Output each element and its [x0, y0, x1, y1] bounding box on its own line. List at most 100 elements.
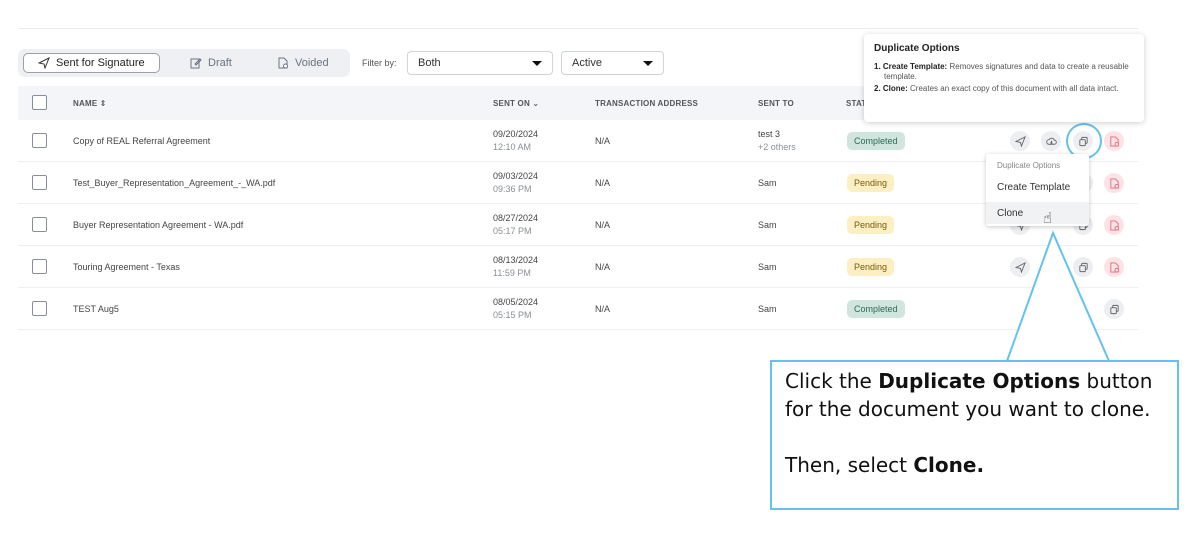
status-badge: Pending	[847, 216, 895, 234]
sent-to-extra: +2 others	[758, 142, 796, 152]
sent-to: Sam	[758, 262, 777, 272]
tooltip-item-text: Creates an exact copy of this document w…	[910, 84, 1119, 93]
document-void-icon	[1109, 219, 1119, 231]
role-filter-value: Both	[418, 57, 441, 69]
sent-date: 08/13/2024	[493, 255, 539, 265]
tab-voided[interactable]: Voided	[277, 53, 329, 73]
sent-date: 08/05/2024	[493, 297, 539, 307]
status-badge: Completed	[847, 300, 905, 318]
callout-bold: Duplicate Options	[878, 369, 1081, 393]
callout-line-2: Then, select Clone.	[785, 451, 1164, 479]
cloud-download-icon	[1045, 137, 1057, 145]
filter-label: Filter by:	[362, 58, 397, 68]
tab-label: Draft	[208, 57, 232, 69]
status-badge: Pending	[847, 174, 895, 192]
sent-to: test 3	[758, 129, 781, 139]
hand-cursor-icon: ☝	[1043, 210, 1053, 227]
sent-date: 09/03/2024	[493, 171, 539, 181]
sent-to: Sam	[758, 304, 777, 314]
void-button[interactable]	[1104, 215, 1124, 235]
void-button[interactable]	[1104, 131, 1124, 151]
transaction-address: N/A	[595, 262, 611, 272]
status-filter-select[interactable]: Active	[561, 51, 664, 75]
copy-icon	[1109, 304, 1119, 314]
copy-icon	[1078, 262, 1088, 272]
document-void-icon	[1109, 135, 1119, 147]
tab-label: Voided	[295, 57, 329, 69]
top-divider	[18, 28, 1138, 29]
role-filter-select[interactable]: Both	[407, 51, 553, 75]
document-name: TEST Aug5	[73, 304, 119, 314]
row-checkbox[interactable]	[32, 175, 47, 190]
row-checkbox[interactable]	[32, 133, 47, 148]
duplicate-options-tooltip: Duplicate Options 1. Create Template: Re…	[864, 34, 1144, 122]
send-icon	[1014, 135, 1026, 147]
document-void-icon	[278, 57, 288, 69]
document-void-icon	[1109, 261, 1119, 273]
row-checkbox[interactable]	[32, 259, 47, 274]
void-button[interactable]	[1104, 173, 1124, 193]
duplicate-options-button[interactable]	[1073, 257, 1093, 277]
row-checkbox[interactable]	[32, 217, 47, 232]
resend-button[interactable]	[1010, 257, 1030, 277]
transaction-address: N/A	[595, 136, 611, 146]
tooltip-title: Duplicate Options	[874, 43, 960, 54]
tooltip-item-label: Clone:	[882, 84, 908, 93]
column-header-sent-on[interactable]: SENT ON ⌄	[493, 99, 539, 108]
tooltip-item-number: 2.	[874, 84, 881, 93]
tab-label: Sent for Signature	[56, 57, 145, 69]
transaction-address: N/A	[595, 178, 611, 188]
menu-item-clone[interactable]: Clone	[986, 202, 1089, 224]
table-row[interactable]: Touring Agreement - Texas 08/13/2024 11:…	[18, 246, 1138, 288]
duplicate-options-menu: Duplicate Options Create Template Clone	[986, 154, 1089, 226]
transaction-address: N/A	[595, 220, 611, 230]
download-button[interactable]	[1041, 131, 1061, 151]
instruction-callout: Click the Duplicate Options button for t…	[770, 360, 1179, 510]
callout-line-1: Click the Duplicate Options button for t…	[785, 367, 1164, 423]
tooltip-item-create-template: 1. Create Template: Removes signatures a…	[874, 62, 1134, 82]
chevron-down-icon	[532, 60, 542, 66]
sent-time: 12:10 AM	[493, 142, 532, 152]
column-header-sent-to: SENT TO	[758, 99, 794, 108]
table-row[interactable]: Copy of REAL Referral Agreement 09/20/20…	[18, 120, 1138, 162]
callout-text: Click the	[785, 369, 879, 393]
sent-to: Sam	[758, 178, 777, 188]
table-row[interactable]: TEST Aug5 08/05/2024 05:15 PM N/A Sam Co…	[18, 288, 1138, 330]
sent-time: 11:59 PM	[493, 268, 531, 278]
sent-time: 05:15 PM	[493, 310, 532, 320]
document-tabs: Sent for Signature Draft Voided	[18, 49, 350, 77]
status-filter-value: Active	[572, 57, 602, 69]
send-icon	[1014, 261, 1026, 273]
void-button[interactable]	[1104, 257, 1124, 277]
document-void-icon	[1109, 177, 1119, 189]
send-icon	[38, 57, 50, 69]
transaction-address: N/A	[595, 304, 611, 314]
table-row[interactable]: Buyer Representation Agreement - WA.pdf …	[18, 204, 1138, 246]
duplicate-options-button[interactable]	[1104, 299, 1124, 319]
sent-time: 05:17 PM	[493, 226, 532, 236]
document-name: Copy of REAL Referral Agreement	[73, 136, 211, 146]
callout-bold: Clone.	[913, 453, 985, 477]
resend-button[interactable]	[1010, 131, 1030, 151]
tooltip-item-clone: 2. Clone: Creates an exact copy of this …	[874, 84, 1134, 94]
callout-text: Then, select	[785, 453, 914, 477]
row-checkbox[interactable]	[32, 301, 47, 316]
edit-icon	[190, 58, 202, 69]
tooltip-item-number: 1.	[874, 62, 881, 71]
tab-sent-for-signature[interactable]: Sent for Signature	[23, 53, 160, 73]
menu-item-create-template[interactable]: Create Template	[986, 176, 1089, 198]
document-name: Buyer Representation Agreement - WA.pdf	[73, 220, 244, 230]
column-header-transaction-address: TRANSACTION ADDRESS	[595, 99, 699, 108]
tab-draft[interactable]: Draft	[190, 53, 232, 73]
table-row[interactable]: Test_Buyer_Representation_Agreement_-_WA…	[18, 162, 1138, 204]
sent-time: 09:36 PM	[493, 184, 532, 194]
status-badge: Completed	[847, 132, 905, 150]
chevron-down-icon	[643, 60, 653, 66]
tooltip-item-label: Create Template:	[882, 62, 948, 71]
sent-date: 09/20/2024	[493, 129, 539, 139]
document-name: Touring Agreement - Texas	[73, 262, 180, 272]
status-badge: Pending	[847, 258, 895, 276]
select-all-checkbox[interactable]	[32, 95, 47, 110]
column-header-name[interactable]: NAME ⇕	[73, 99, 107, 108]
sent-to: Sam	[758, 220, 777, 230]
